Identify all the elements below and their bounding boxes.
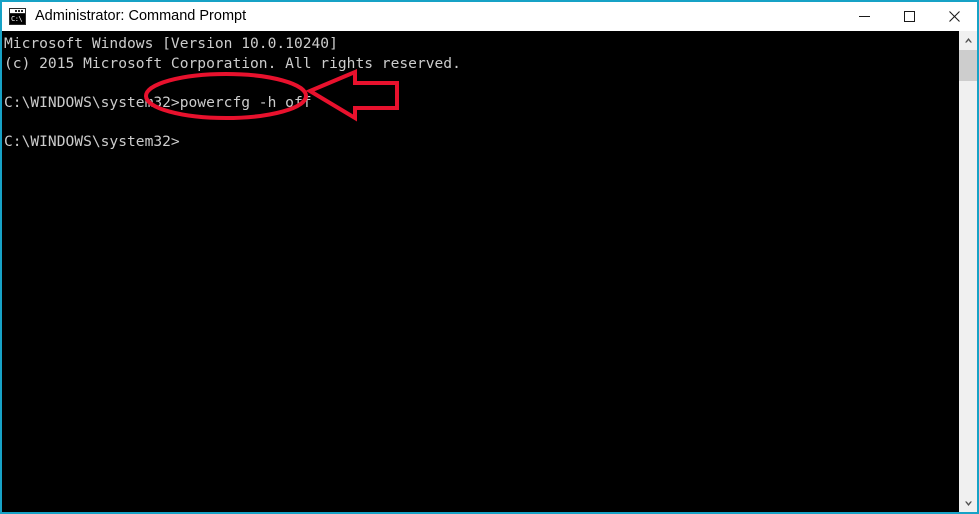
- vertical-scrollbar[interactable]: [959, 31, 977, 512]
- minimize-button[interactable]: [842, 2, 887, 31]
- scroll-down-button[interactable]: [959, 494, 977, 512]
- minimize-icon: [859, 16, 870, 17]
- scrollbar-thumb[interactable]: [959, 50, 977, 81]
- maximize-button[interactable]: [887, 2, 932, 31]
- window-title: Administrator: Command Prompt: [35, 8, 247, 24]
- scroll-up-icon: [964, 37, 972, 42]
- window-controls: [842, 2, 977, 31]
- close-button[interactable]: [932, 2, 977, 31]
- close-icon: [949, 11, 960, 22]
- scroll-down-icon: [964, 501, 972, 506]
- console-output-area[interactable]: Microsoft Windows [Version 10.0.10240] (…: [2, 31, 959, 512]
- maximize-icon: [904, 11, 915, 22]
- command-prompt-window: C:\ Administrator: Command Prompt Micros…: [0, 0, 979, 514]
- title-bar[interactable]: C:\ Administrator: Command Prompt: [2, 2, 977, 31]
- console-text: Microsoft Windows [Version 10.0.10240] (…: [4, 35, 461, 150]
- command-prompt-icon: C:\: [9, 8, 26, 25]
- icon-screen-glyph: C:\: [10, 14, 25, 24]
- scroll-up-button[interactable]: [959, 31, 977, 49]
- scrollbar-track[interactable]: [959, 49, 977, 494]
